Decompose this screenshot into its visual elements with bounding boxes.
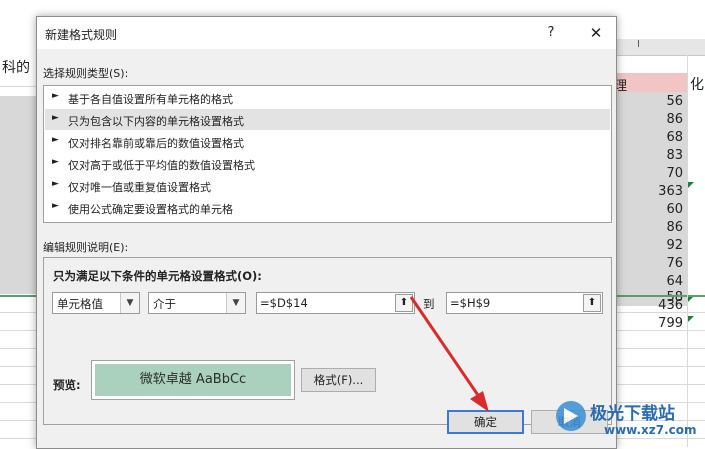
selected-range-left — [0, 96, 36, 294]
value-to-input[interactable]: =$H$9 ⬆ — [446, 292, 603, 314]
cell-left-partial: 科的 — [2, 60, 30, 76]
chevron-down-icon[interactable]: ▼ — [226, 293, 245, 313]
watermark-logo-icon — [556, 401, 586, 431]
table-cell[interactable]: 363 — [612, 182, 687, 202]
value-from-input[interactable]: =$D$14 ⬆ — [256, 292, 415, 314]
rule-type-text: 仅对高于或低于平均值的数值设置格式 — [68, 159, 255, 172]
cell-indicator — [688, 182, 694, 188]
table-cell[interactable]: 83 — [612, 146, 687, 166]
watermark-url: www.xz7.com — [604, 423, 697, 437]
rule-type-item[interactable]: ► 基于各自值设置所有单元格的格式 — [45, 87, 610, 108]
ok-button[interactable]: 确定 — [447, 410, 524, 434]
operator-value: 介于 — [153, 297, 176, 311]
table-cell[interactable]: 92 — [612, 236, 687, 256]
column-letter: I — [637, 39, 640, 50]
format-button[interactable]: 格式(F)... — [301, 368, 376, 392]
new-format-rule-dialog: 新建格式规则 ? ✕ 选择规则类型(S): ► 基于各自值设置所有单元格的格式 … — [36, 16, 617, 449]
preview-box: 微软卓越 AaBbCc — [91, 360, 295, 400]
triangle-right-icon: ► — [52, 157, 59, 167]
dialog-title: 新建格式规则 — [45, 28, 118, 42]
rule-type-text: 只为包含以下内容的单元格设置格式 — [68, 115, 244, 128]
cell-indicator — [688, 316, 694, 322]
condition-type-select[interactable]: 单元格值 ▼ — [52, 292, 140, 314]
to-label: 到 — [423, 297, 435, 311]
triangle-right-icon: ► — [52, 201, 59, 211]
rule-type-text: 仅对排名靠前或靠后的数值设置格式 — [68, 137, 244, 150]
help-button[interactable]: ? — [539, 23, 563, 43]
condition-type-value: 单元格值 — [57, 297, 103, 311]
close-button[interactable]: ✕ — [583, 23, 609, 43]
range-picker-icon[interactable]: ⬆ — [395, 294, 413, 312]
table-cell[interactable]: 60 — [612, 200, 687, 220]
header-cell-right[interactable]: 化 — [688, 73, 705, 93]
table-cell[interactable]: 70 — [612, 164, 687, 184]
rule-type-text: 仅对唯一值或重复值设置格式 — [68, 181, 211, 194]
table-cell[interactable]: 68 — [612, 128, 687, 148]
column-header[interactable]: I — [615, 39, 705, 56]
rule-type-item[interactable]: ► 仅对排名靠前或靠后的数值设置格式 — [45, 131, 610, 152]
triangle-right-icon: ► — [52, 113, 59, 123]
rule-type-list[interactable]: ► 基于各自值设置所有单元格的格式 ► 只为包含以下内容的单元格设置格式 ► 仅… — [43, 85, 612, 223]
condition-title: 只为满足以下条件的单元格设置格式(O): — [53, 269, 262, 283]
rule-type-text: 使用公式确定要设置格式的单元格 — [68, 203, 233, 216]
triangle-right-icon: ► — [52, 179, 59, 189]
table-cell[interactable]: 56 — [612, 92, 687, 112]
table-cell[interactable]: 64 — [612, 272, 687, 292]
value-to-text: =$H$9 — [450, 296, 491, 310]
table-cell[interactable]: 76 — [612, 254, 687, 274]
rule-type-item-selected[interactable]: ► 只为包含以下内容的单元格设置格式 — [45, 109, 610, 130]
edit-rule-label: 编辑规则说明(E): — [43, 241, 129, 254]
table-cell[interactable]: 86 — [612, 218, 687, 238]
range-picker-icon[interactable]: ⬆ — [583, 294, 601, 312]
watermark: 极光下载站 www.xz7.com — [556, 397, 705, 447]
rule-type-text: 基于各自值设置所有单元格的格式 — [68, 93, 233, 106]
operator-select[interactable]: 介于 ▼ — [148, 292, 246, 314]
table-cell[interactable]: 86 — [612, 110, 687, 130]
triangle-right-icon: ► — [52, 135, 59, 145]
header-cell[interactable]: 理 — [612, 73, 687, 94]
chevron-down-icon[interactable]: ▼ — [120, 293, 139, 313]
triangle-right-icon: ► — [52, 91, 59, 101]
preview-label: 预览: — [53, 378, 81, 392]
watermark-name: 极光下载站 — [590, 404, 675, 424]
value-from-text: =$D$14 — [260, 296, 308, 310]
title-bar[interactable]: 新建格式规则 ? ✕ — [37, 17, 616, 49]
column-divider — [687, 55, 688, 447]
rule-type-item[interactable]: ► 仅对唯一值或重复值设置格式 — [45, 175, 610, 196]
row-divider — [0, 86, 36, 87]
table-cell[interactable]: 799 — [612, 316, 687, 345]
header-cell-right-label: 化 — [690, 77, 704, 93]
rule-type-label: 选择规则类型(S): — [43, 67, 129, 80]
preview-sample: 微软卓越 AaBbCc — [95, 364, 291, 396]
edit-rule-panel: 只为满足以下条件的单元格设置格式(O): 单元格值 ▼ 介于 ▼ =$D$14 … — [43, 257, 612, 425]
rule-type-item[interactable]: ► 使用公式确定要设置格式的单元格 — [45, 197, 610, 218]
rule-type-item[interactable]: ► 仅对高于或低于平均值的数值设置格式 — [45, 153, 610, 174]
